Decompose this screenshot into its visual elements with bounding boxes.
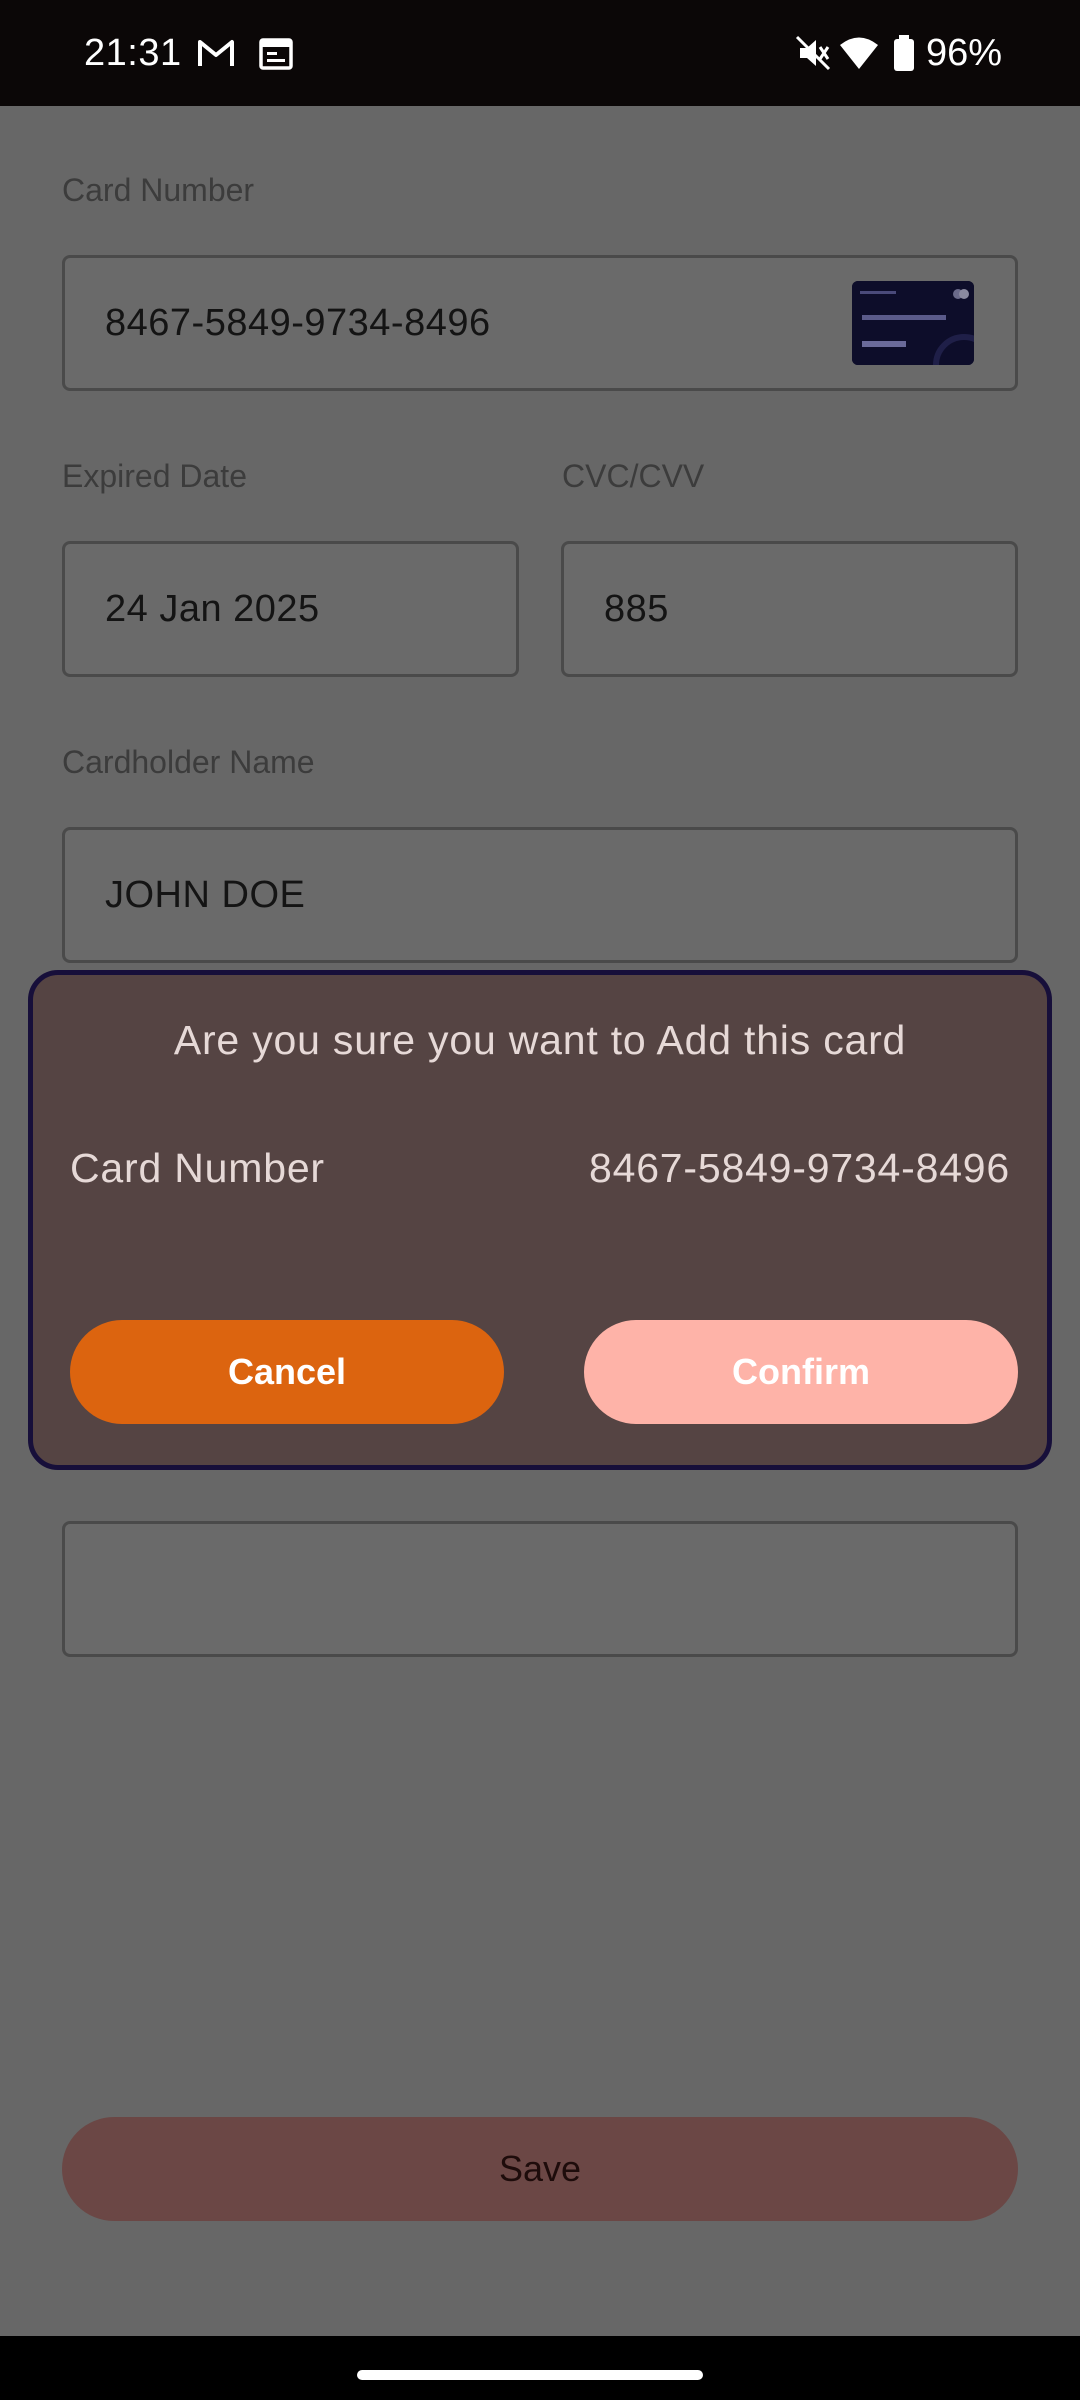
card-preview-icon xyxy=(852,281,974,365)
battery-percent: 96% xyxy=(926,32,1003,74)
cardholder-label: Cardholder Name xyxy=(62,744,315,780)
dialog-card-number-label: Card Number xyxy=(70,1145,325,1191)
dialog-title: Are you sure you want to Add this card xyxy=(173,1017,907,1063)
cancel-button[interactable]: Cancel xyxy=(70,1320,504,1424)
cardholder-field[interactable]: JOHN DOE xyxy=(62,827,1018,963)
expired-date-field[interactable]: 24 Jan 2025 xyxy=(62,541,519,677)
wifi-icon xyxy=(840,37,878,69)
expired-date-value: 24 Jan 2025 xyxy=(105,587,320,630)
status-time: 21:31 xyxy=(84,32,182,74)
cardholder-value: JOHN DOE xyxy=(105,873,306,916)
save-button[interactable]: Save xyxy=(62,2117,1018,2221)
card-number-label: Card Number xyxy=(62,172,255,208)
home-handle[interactable] xyxy=(357,2370,703,2380)
status-bar: 21:31 96% xyxy=(0,0,1080,106)
dialog-card-number-value: 8467-5849-9734-8496 xyxy=(589,1145,1010,1191)
calendar-icon xyxy=(259,38,293,70)
cvc-label: CVC/CVV xyxy=(562,458,705,494)
expired-date-label: Expired Date xyxy=(62,458,247,494)
cvc-value: 885 xyxy=(604,587,669,630)
confirm-button[interactable]: Confirm xyxy=(584,1320,1018,1424)
confirm-dialog: Are you sure you want to Add this card C… xyxy=(28,970,1052,1470)
navigation-bar xyxy=(0,2336,1080,2400)
card-number-value: 8467-5849-9734-8496 xyxy=(105,301,491,344)
mute-icon xyxy=(795,35,831,71)
cvc-field[interactable]: 885 xyxy=(561,541,1018,677)
extra-field[interactable] xyxy=(62,1521,1018,1657)
battery-icon xyxy=(894,35,914,71)
gmail-icon xyxy=(198,40,234,66)
